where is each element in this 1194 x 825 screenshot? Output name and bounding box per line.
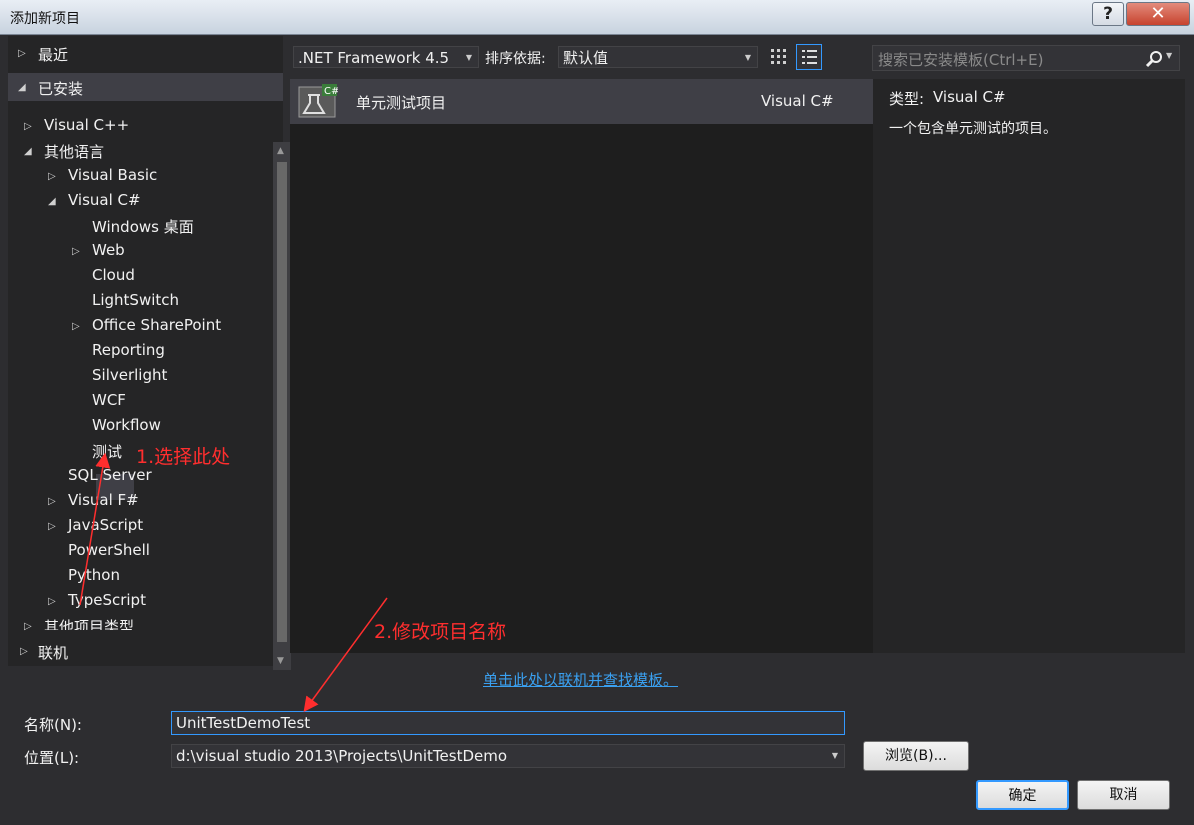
annotation-step2: 2.修改项目名称 (374, 621, 507, 643)
annotation-arrows (79, 452, 388, 713)
arrow-step2 (303, 597, 388, 713)
arrow-step1 (79, 452, 111, 606)
annotation-step1: 1.选择此处 (136, 446, 231, 468)
add-new-project-dialog: 添加新项目 ? ✕ ▷ 最近 ◢ 已安装 ▷ Visual C++ ◢ 其他语言 ▷ Vi… (0, 0, 1194, 825)
